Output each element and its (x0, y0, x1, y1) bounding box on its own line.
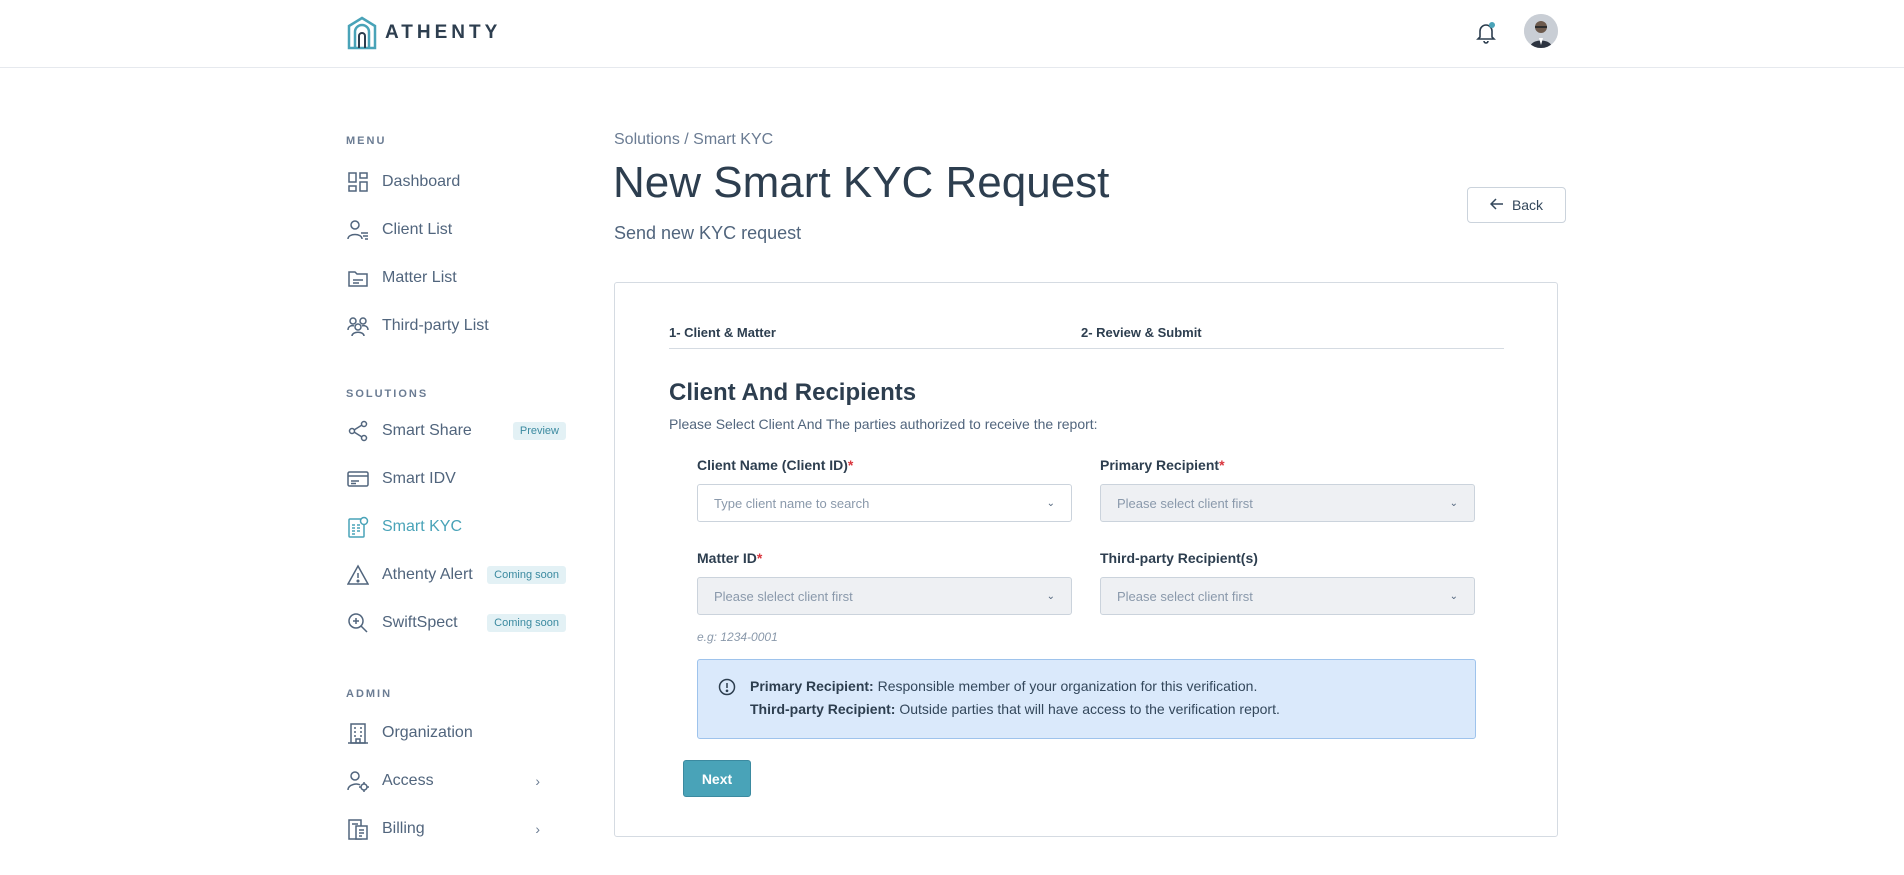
zoom-in-icon (346, 611, 370, 635)
third-party-info-text: Outside parties that will have access to… (895, 701, 1280, 717)
sidebar-item-label: Smart Share (382, 422, 472, 439)
sidebar-item-organization[interactable]: Organization (346, 717, 566, 749)
chevron-down-icon: ⌄ (1449, 497, 1458, 509)
sidebar-item-smart-idv[interactable]: Smart IDV (346, 463, 566, 495)
third-party-recipients-label: Third-party Recipient(s) (1100, 550, 1258, 566)
info-icon (718, 678, 736, 696)
third-party-placeholder: Please select client first (1117, 588, 1253, 604)
client-name-select[interactable]: Type client name to search ⌄ (697, 484, 1072, 522)
sidebar-item-label: Matter List (382, 269, 457, 286)
third-party-info-title: Third-party Recipient: (750, 701, 896, 717)
chevron-down-icon: ⌄ (1046, 497, 1055, 509)
sidebar-item-label: Client List (382, 221, 453, 238)
chevron-down-icon: ⌄ (1449, 590, 1458, 602)
folder-icon (346, 266, 370, 290)
primary-recipient-label: Primary Recipient* (1100, 457, 1225, 473)
menu-section-title: MENU (346, 135, 387, 147)
admin-section-title: ADMIN (346, 688, 393, 700)
coming-soon-badge: Coming soon (487, 566, 566, 584)
primary-recipient-info-title: Primary Recipient: (750, 678, 874, 694)
sidebar-item-matter-list[interactable]: Matter List (346, 262, 566, 294)
logo-text: ATHENTY (385, 22, 502, 43)
back-button-label: Back (1511, 197, 1544, 213)
chevron-right-icon: › (535, 773, 540, 789)
chevron-right-icon: › (535, 821, 540, 837)
section-heading: Client And Recipients (669, 379, 917, 406)
required-marker: * (756, 550, 763, 566)
logo-icon (347, 16, 377, 50)
user-gear-icon (346, 769, 370, 793)
user-avatar[interactable] (1524, 14, 1558, 48)
preview-badge: Preview (512, 422, 566, 440)
step-review-submit[interactable]: 2- Review & Submit (1081, 325, 1202, 340)
group-icon (346, 314, 370, 338)
sidebar-item-label: Organization (382, 724, 473, 741)
billing-icon (346, 817, 370, 841)
sidebar-item-label: Third-party List (382, 317, 489, 334)
required-marker: * (1219, 457, 1225, 473)
sidebar-item-label: Smart KYC (382, 518, 463, 535)
primary-recipient-select[interactable]: Please select client first ⌄ (1100, 484, 1475, 522)
sidebar-item-athenty-alert[interactable]: Athenty Alert Coming soon (346, 559, 566, 591)
sidebar-item-swiftspect[interactable]: SwiftSpect Coming soon (346, 607, 566, 639)
arrow-left-icon (1489, 197, 1504, 214)
chevron-down-icon: ⌄ (1046, 590, 1055, 602)
third-party-recipient-info: Third-party Recipient: Outside parties t… (750, 701, 1280, 717)
page-title: New Smart KYC Request (613, 158, 1110, 207)
bell-icon[interactable] (1474, 20, 1498, 44)
matter-id-placeholder: Please slelect client first (714, 588, 853, 604)
primary-recipient-label-text: Primary Recipient (1100, 457, 1220, 473)
sidebar-item-label: Dashboard (382, 173, 461, 190)
building-icon (346, 721, 370, 745)
sidebar-item-label: SwiftSpect (382, 614, 458, 631)
sidebar-item-dashboard[interactable]: Dashboard (346, 166, 566, 198)
breadcrumb: Solutions / Smart KYC (614, 131, 774, 148)
step-client-matter[interactable]: 1- Client & Matter (669, 325, 776, 340)
step-indicator: 1- Client & Matter 2- Review & Submit (669, 325, 1504, 349)
sidebar-item-label: Athenty Alert (382, 566, 473, 583)
required-marker: * (847, 457, 854, 473)
matter-id-hint: e.g: 1234-0001 (697, 630, 778, 644)
top-bar: ATHENTY (0, 0, 1904, 68)
sidebar-item-smart-share[interactable]: Smart Share Preview (346, 415, 566, 447)
sidebar-item-access[interactable]: Access › (346, 765, 566, 797)
id-card-icon (346, 467, 370, 491)
matter-id-select[interactable]: Please slelect client first ⌄ (697, 577, 1072, 615)
sidebar-item-smart-kyc[interactable]: Smart KYC (346, 511, 566, 543)
request-form-card: 1- Client & Matter 2- Review & Submit Cl… (614, 282, 1558, 837)
matter-id-label-text: Matter ID (697, 550, 757, 566)
third-party-recipients-select[interactable]: Please select client first ⌄ (1100, 577, 1475, 615)
athenty-logo[interactable]: ATHENTY (347, 16, 501, 50)
page-subtitle: Send new KYC request (614, 223, 802, 243)
sidebar-item-billing[interactable]: Billing › (346, 813, 566, 845)
sidebar-item-client-list[interactable]: Client List (346, 214, 566, 246)
primary-recipient-placeholder: Please select client first (1117, 495, 1253, 511)
client-name-label: Client Name (Client ID)* (697, 457, 853, 473)
solutions-section-title: SOLUTIONS (346, 388, 429, 400)
section-description: Please Select Client And The parties aut… (669, 416, 1098, 432)
matter-id-label: Matter ID* (697, 550, 762, 566)
client-name-label-text: Client Name (Client ID) (697, 457, 848, 473)
coming-soon-badge: Coming soon (487, 614, 566, 632)
sidebar-item-label: Access (382, 772, 434, 789)
user-list-icon (346, 218, 370, 242)
sidebar-item-third-party-list[interactable]: Third-party List (346, 310, 566, 342)
alert-icon (346, 563, 370, 587)
sidebar-item-label: Smart IDV (382, 470, 456, 487)
recipient-info-box: Primary Recipient: Responsible member of… (697, 659, 1476, 739)
primary-recipient-info: Primary Recipient: Responsible member of… (750, 678, 1257, 694)
sidebar-item-label: Billing (382, 820, 425, 837)
primary-recipient-info-text: Responsible member of your organization … (873, 678, 1258, 694)
back-button[interactable]: Back (1467, 187, 1566, 223)
kyc-icon (346, 515, 370, 539)
next-button[interactable]: Next (683, 760, 751, 797)
client-name-placeholder: Type client name to search (714, 495, 870, 511)
share-icon (346, 419, 370, 443)
third-party-label-text: Third-party Recipient(s) (1100, 550, 1258, 566)
grid-icon (346, 170, 370, 194)
